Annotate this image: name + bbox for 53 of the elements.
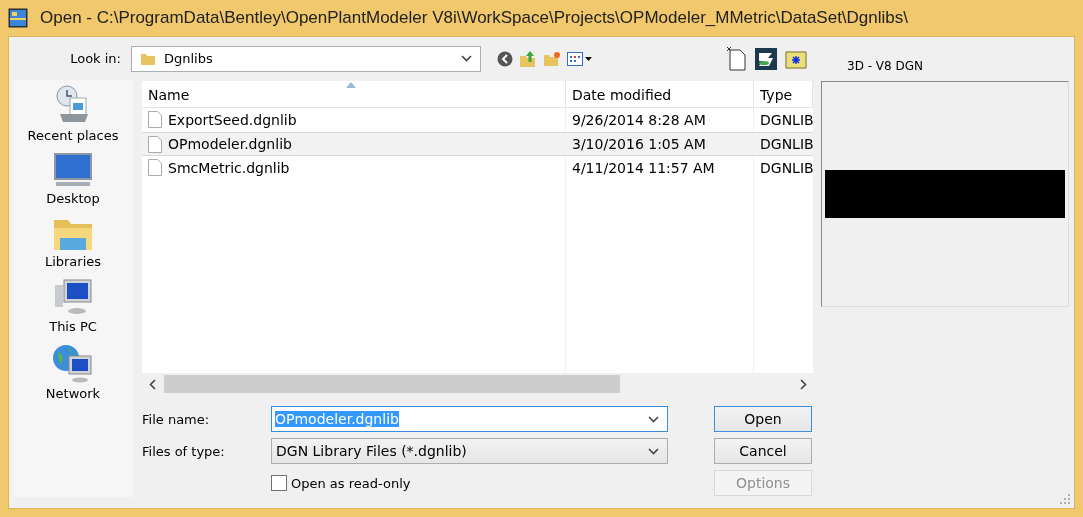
resize-grip-icon[interactable]	[1060, 494, 1070, 504]
place-item[interactable]: Libraries	[44, 214, 102, 269]
place-item[interactable]: Desktop	[46, 151, 100, 206]
column-header[interactable]: Type	[754, 81, 813, 107]
file-type-dropdown[interactable]: DGN Library Files (*.dgnlib)	[271, 438, 668, 464]
column-header[interactable]: Date modified	[566, 81, 754, 107]
globe-computer-icon	[52, 342, 94, 384]
scroll-left-icon[interactable]	[148, 378, 156, 390]
type-cell: DGNLIB	[754, 132, 813, 156]
file-name-cell[interactable]: SmcMetric.dgnlib	[142, 156, 566, 180]
back-icon[interactable]	[497, 50, 513, 67]
date-cell-text: 4/11/2014 11:57 AM	[571, 158, 716, 178]
file-name-label: File name:	[142, 411, 211, 427]
sort-arrow-icon	[346, 82, 356, 88]
place-item[interactable]: Recent places	[27, 84, 119, 143]
window-title: Open - C:\ProgramData\Bentley\OpenPlantModeler V8i\WorkSpace\Projects\OPModeler_MMetric\DataSet\Dgnlibs\	[40, 8, 908, 28]
file-name: OPmodeler.dgnlib	[168, 136, 292, 152]
place-item[interactable]: This PC	[49, 277, 97, 334]
view-menu-icon[interactable]	[567, 50, 593, 67]
file-type-label: Files of type:	[142, 443, 226, 459]
monitor-icon	[52, 151, 94, 189]
up-folder-icon[interactable]	[519, 49, 537, 68]
chevron-down-icon	[461, 55, 472, 62]
chevron-down-icon	[648, 415, 659, 423]
read-only-checkbox[interactable]	[271, 475, 287, 491]
new-folder-icon[interactable]	[543, 50, 561, 67]
scrollbar-thumb[interactable]	[164, 375, 620, 393]
file-name-cell[interactable]: OPmodeler.dgnlib	[142, 132, 566, 156]
type-cell-text: DGNLIB	[759, 110, 813, 130]
app-icon	[8, 8, 28, 28]
read-only-label: Open as read-only	[291, 475, 411, 491]
computer-icon	[52, 277, 94, 317]
file-name: ExportSeed.dgnlib	[168, 111, 297, 128]
dialog-button[interactable]: Open	[714, 406, 812, 432]
file-icon	[148, 111, 162, 128]
date-cell-text: 9/26/2014 8:28 AM	[571, 110, 707, 130]
date-cell: 3/10/2016 1:05 AM	[566, 132, 754, 156]
look-in-label: Look in:	[69, 51, 122, 66]
type-cell-text: DGNLIB	[759, 158, 813, 178]
folder-icon[interactable]	[785, 48, 807, 69]
chevron-down-icon	[648, 447, 659, 455]
column-header[interactable]: Name	[142, 81, 566, 107]
look-in-dropdown[interactable]: Dgnlibs	[131, 45, 481, 72]
logo-icon[interactable]	[755, 47, 777, 70]
file-icon	[148, 159, 162, 176]
scroll-right-icon[interactable]	[799, 378, 807, 390]
place-item[interactable]: Network	[45, 342, 101, 401]
file-name: SmcMetric.dgnlib	[168, 159, 290, 176]
file-icon	[148, 135, 162, 153]
file-name-cell[interactable]: ExportSeed.dgnlib	[142, 108, 566, 132]
preview-label: 3D - V8 DGN	[847, 58, 923, 73]
new-file-icon[interactable]	[727, 46, 747, 71]
dialog-button[interactable]: Cancel	[714, 438, 812, 464]
